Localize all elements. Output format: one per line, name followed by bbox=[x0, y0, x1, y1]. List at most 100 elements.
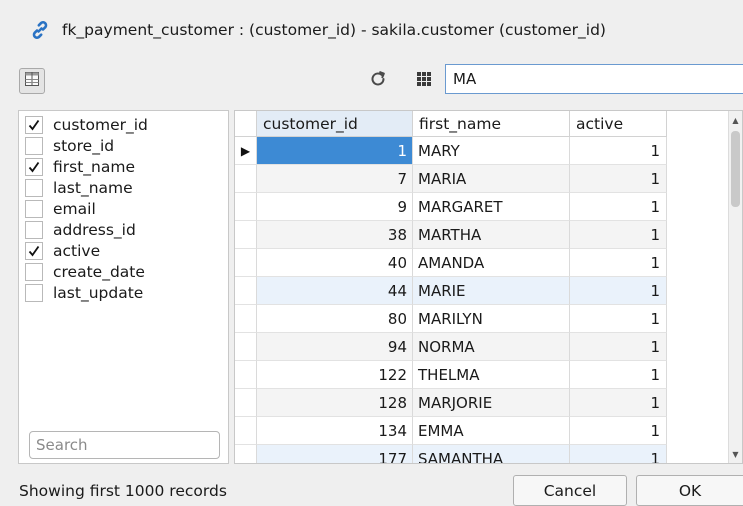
cell-customer-id[interactable]: 9 bbox=[257, 193, 413, 221]
scrollbar-thumb[interactable] bbox=[731, 131, 740, 207]
cell-customer-id[interactable]: 7 bbox=[257, 165, 413, 193]
column-item[interactable]: email bbox=[25, 198, 148, 219]
row-header[interactable] bbox=[235, 277, 257, 305]
table-row[interactable]: 44 MARIE 1 bbox=[235, 277, 667, 305]
scroll-up-icon[interactable]: ▲ bbox=[729, 113, 742, 127]
cell-first-name[interactable]: MARIE bbox=[413, 277, 570, 305]
cell-first-name[interactable]: EMMA bbox=[413, 417, 570, 445]
table-row[interactable]: ▶ 1 MARY 1 bbox=[235, 137, 667, 165]
row-header[interactable] bbox=[235, 361, 257, 389]
grid-view-button[interactable] bbox=[412, 68, 436, 94]
ok-button[interactable]: OK bbox=[636, 475, 743, 506]
cell-customer-id[interactable]: 40 bbox=[257, 249, 413, 277]
table-row[interactable]: 38 MARTHA 1 bbox=[235, 221, 667, 249]
cell-first-name[interactable]: MARILYN bbox=[413, 305, 570, 333]
vertical-scrollbar[interactable]: ▲ ▼ bbox=[728, 111, 742, 463]
column-item[interactable]: store_id bbox=[25, 135, 148, 156]
cell-active[interactable]: 1 bbox=[570, 221, 667, 249]
refresh-icon bbox=[369, 69, 387, 93]
cell-active[interactable]: 1 bbox=[570, 249, 667, 277]
cell-active[interactable]: 1 bbox=[570, 137, 667, 165]
row-header[interactable] bbox=[235, 417, 257, 445]
row-header[interactable] bbox=[235, 249, 257, 277]
column-header-active[interactable]: active bbox=[570, 111, 667, 137]
cell-active[interactable]: 1 bbox=[570, 361, 667, 389]
cell-active[interactable]: 1 bbox=[570, 389, 667, 417]
column-item[interactable]: last_name bbox=[25, 177, 148, 198]
filter-input[interactable] bbox=[445, 64, 743, 94]
current-row-icon: ▶ bbox=[240, 143, 251, 158]
cell-first-name[interactable]: MARY bbox=[413, 137, 570, 165]
cell-active[interactable]: 1 bbox=[570, 417, 667, 445]
cell-first-name[interactable]: NORMA bbox=[413, 333, 570, 361]
cell-first-name[interactable]: MARGARET bbox=[413, 193, 570, 221]
check-icon bbox=[28, 245, 40, 256]
refresh-button[interactable] bbox=[366, 68, 390, 94]
column-item[interactable]: active bbox=[25, 240, 148, 261]
columns-panel: customer_id store_id first_name last_name em… bbox=[18, 110, 229, 464]
cell-active[interactable]: 1 bbox=[570, 333, 667, 361]
column-checkbox[interactable] bbox=[25, 199, 43, 218]
row-header[interactable] bbox=[235, 333, 257, 361]
cell-active[interactable]: 1 bbox=[570, 445, 667, 463]
cell-customer-id[interactable]: 94 bbox=[257, 333, 413, 361]
row-header[interactable] bbox=[235, 193, 257, 221]
table-row[interactable]: 7 MARIA 1 bbox=[235, 165, 667, 193]
column-item[interactable]: last_update bbox=[25, 282, 148, 303]
column-checkbox[interactable] bbox=[25, 136, 43, 155]
cell-customer-id[interactable]: 1 bbox=[257, 137, 413, 165]
column-list: customer_id store_id first_name last_name em… bbox=[25, 114, 148, 303]
cell-first-name[interactable]: MARTHA bbox=[413, 221, 570, 249]
column-header-customer-id[interactable]: customer_id bbox=[257, 111, 413, 137]
row-header[interactable] bbox=[235, 165, 257, 193]
scroll-down-icon[interactable]: ▼ bbox=[729, 447, 742, 461]
cell-customer-id[interactable]: 122 bbox=[257, 361, 413, 389]
cancel-button[interactable]: Cancel bbox=[513, 475, 627, 506]
row-header[interactable] bbox=[235, 221, 257, 249]
grid-body: ▶ 1 MARY 1 7 MARIA 1 9 MARGARET 1 38 MARTHA 1 40 AMAND… bbox=[235, 137, 667, 463]
cell-first-name[interactable]: THELMA bbox=[413, 361, 570, 389]
cell-customer-id[interactable]: 177 bbox=[257, 445, 413, 463]
column-checkbox[interactable] bbox=[25, 178, 43, 197]
table-row[interactable]: 177 SAMANTHA 1 bbox=[235, 445, 667, 463]
cell-customer-id[interactable]: 44 bbox=[257, 277, 413, 305]
cell-first-name[interactable]: MARIA bbox=[413, 165, 570, 193]
column-item[interactable]: create_date bbox=[25, 261, 148, 282]
cell-first-name[interactable]: AMANDA bbox=[413, 249, 570, 277]
cell-active[interactable]: 1 bbox=[570, 277, 667, 305]
row-header[interactable] bbox=[235, 305, 257, 333]
table-row[interactable]: 122 THELMA 1 bbox=[235, 361, 667, 389]
row-header[interactable] bbox=[235, 445, 257, 463]
column-item[interactable]: first_name bbox=[25, 156, 148, 177]
column-item[interactable]: customer_id bbox=[25, 114, 148, 135]
cell-first-name[interactable]: SAMANTHA bbox=[413, 445, 570, 463]
toggle-columns-button[interactable] bbox=[19, 68, 45, 94]
column-search-input[interactable] bbox=[29, 431, 220, 459]
row-header[interactable]: ▶ bbox=[235, 137, 257, 165]
cell-first-name[interactable]: MARJORIE bbox=[413, 389, 570, 417]
table-row[interactable]: 80 MARILYN 1 bbox=[235, 305, 667, 333]
cell-customer-id[interactable]: 38 bbox=[257, 221, 413, 249]
cell-active[interactable]: 1 bbox=[570, 305, 667, 333]
row-header[interactable] bbox=[235, 389, 257, 417]
table-row[interactable]: 94 NORMA 1 bbox=[235, 333, 667, 361]
cell-active[interactable]: 1 bbox=[570, 193, 667, 221]
column-checkbox[interactable] bbox=[25, 241, 43, 260]
cell-active[interactable]: 1 bbox=[570, 165, 667, 193]
column-checkbox[interactable] bbox=[25, 115, 43, 134]
table-row[interactable]: 40 AMANDA 1 bbox=[235, 249, 667, 277]
column-checkbox[interactable] bbox=[25, 220, 43, 239]
column-checkbox[interactable] bbox=[25, 283, 43, 302]
column-checkbox[interactable] bbox=[25, 262, 43, 281]
table-row[interactable]: 134 EMMA 1 bbox=[235, 417, 667, 445]
column-checkbox[interactable] bbox=[25, 157, 43, 176]
column-item[interactable]: address_id bbox=[25, 219, 148, 240]
cell-customer-id[interactable]: 80 bbox=[257, 305, 413, 333]
column-header-first-name[interactable]: first_name bbox=[413, 111, 570, 137]
cell-customer-id[interactable]: 134 bbox=[257, 417, 413, 445]
table-row[interactable]: 9 MARGARET 1 bbox=[235, 193, 667, 221]
dialog-titlebar: fk_payment_customer : (customer_id) - sa… bbox=[0, 0, 743, 60]
cell-customer-id[interactable]: 128 bbox=[257, 389, 413, 417]
table-row[interactable]: 128 MARJORIE 1 bbox=[235, 389, 667, 417]
column-label: active bbox=[53, 241, 101, 260]
